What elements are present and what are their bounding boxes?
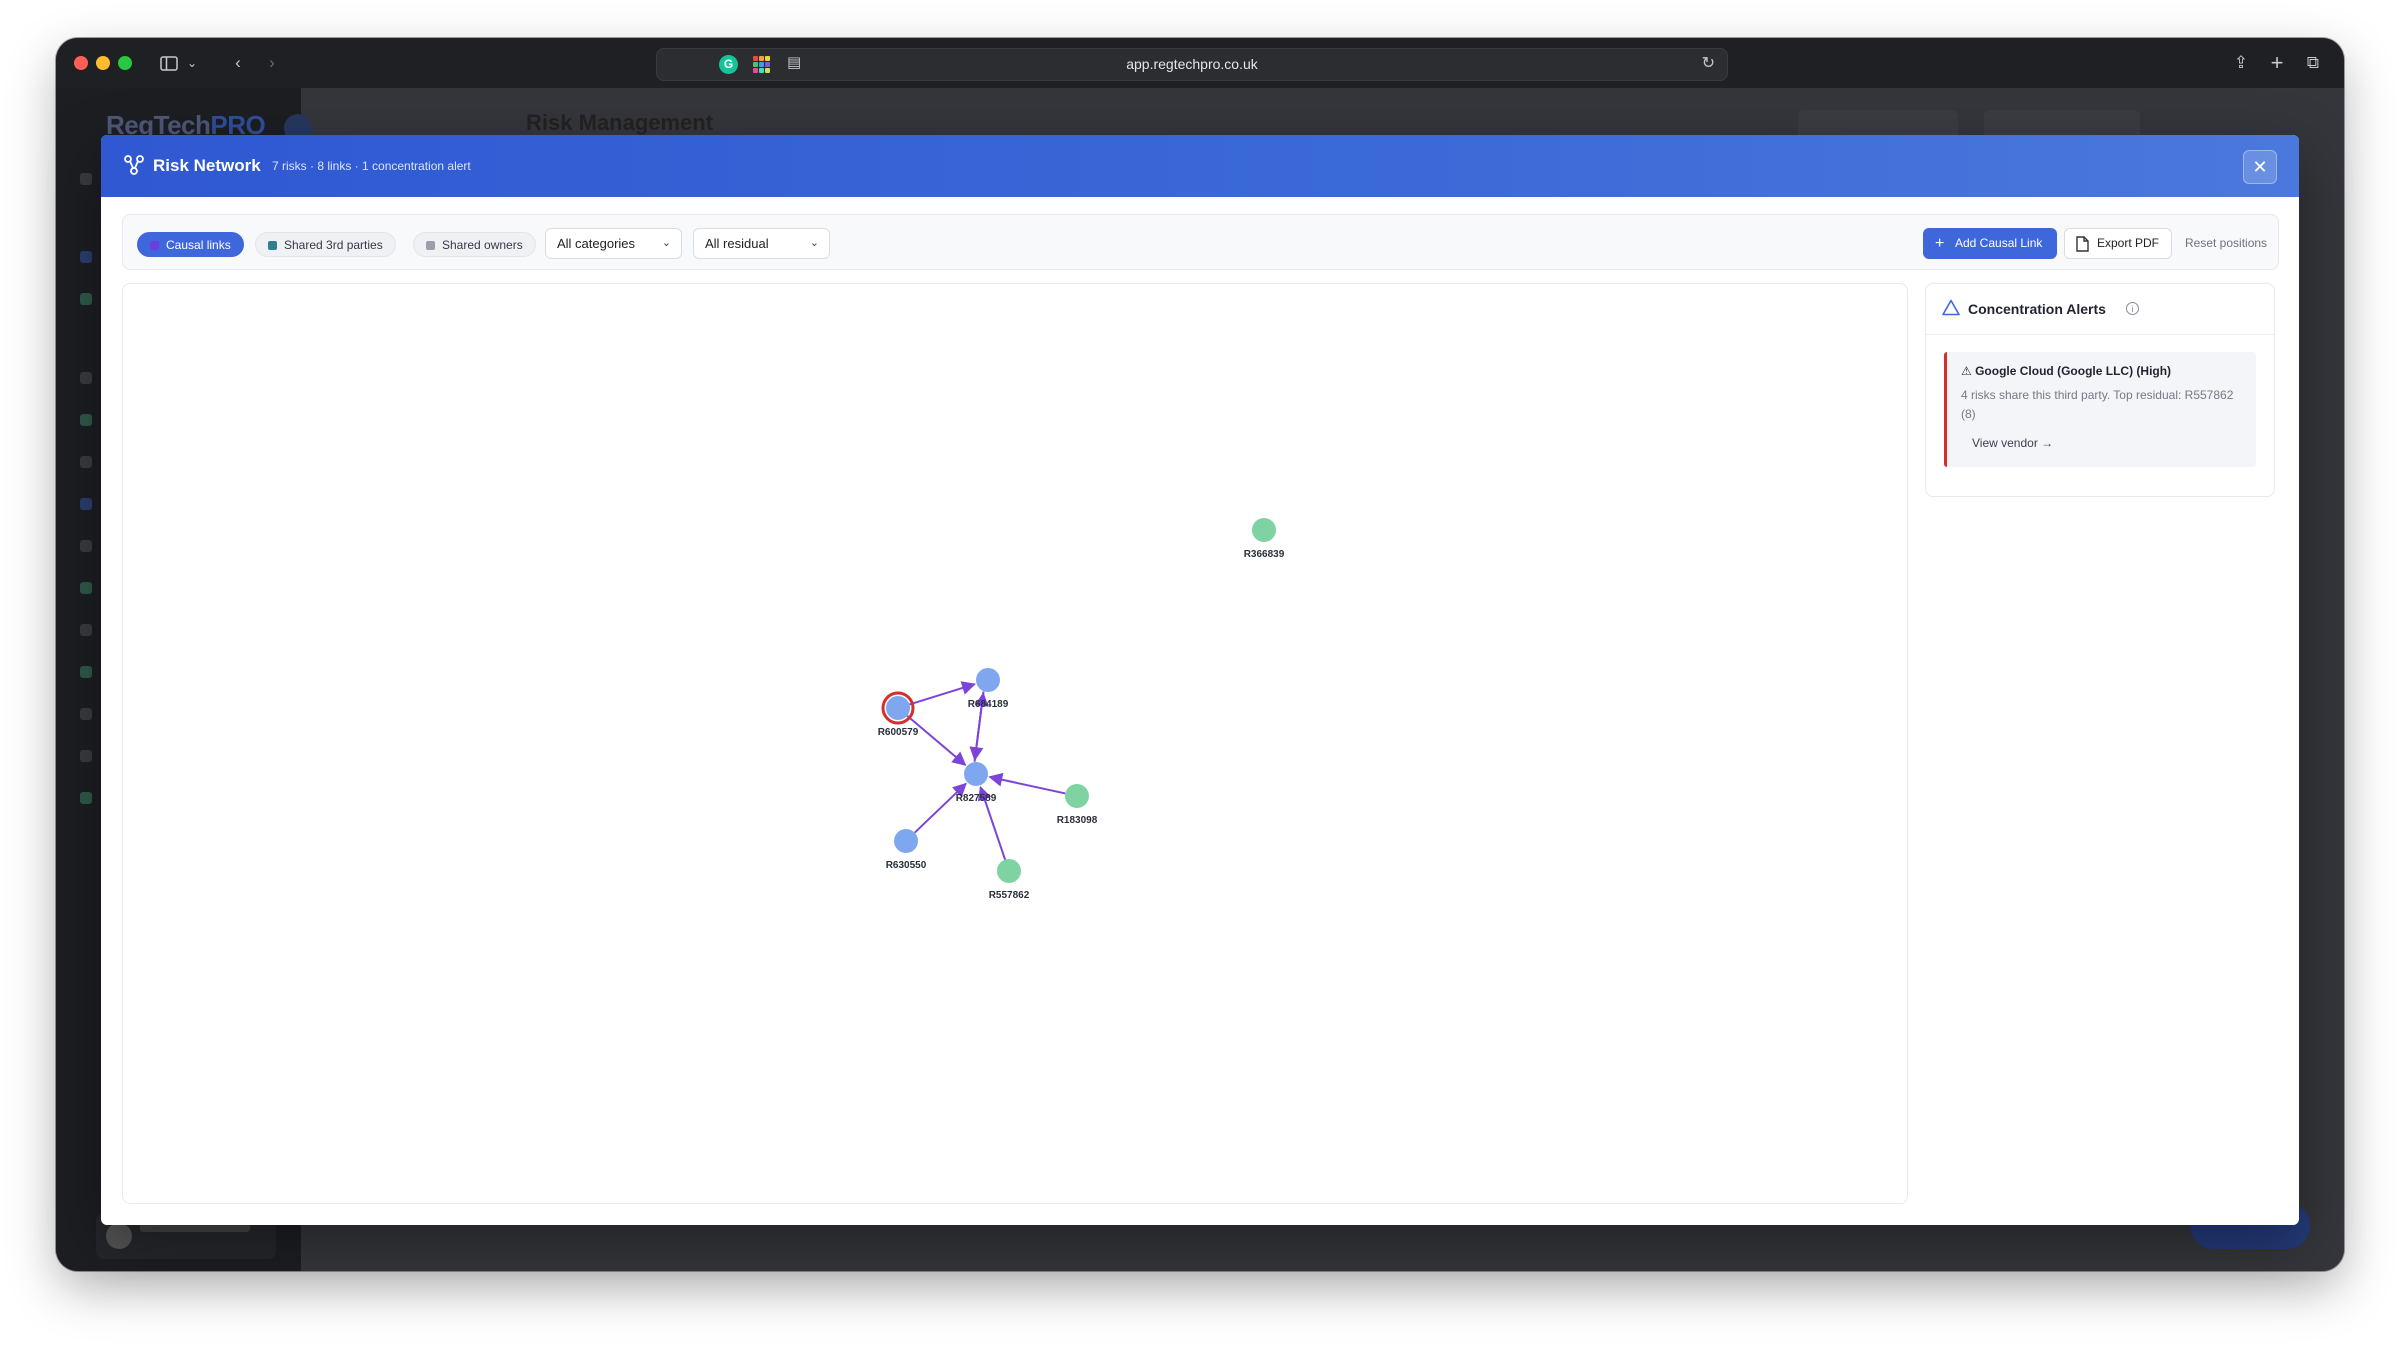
filter-shared-3rd-parties[interactable]: Shared 3rd parties [255,232,396,257]
category-select-value: All categories [557,236,636,251]
risk-node[interactable] [964,762,988,786]
tab-overview-icon[interactable]: ⧉ [2300,49,2326,77]
concentration-alerts-panel: Concentration Alerts i ⚠ Google Cloud (G… [1925,283,2275,497]
causal-link-edge[interactable] [913,782,967,834]
filter-label: Causal links [166,238,231,252]
avatar [106,1223,132,1249]
close-window-button[interactable] [74,56,88,70]
nav-icon [80,498,92,510]
risk-node[interactable] [886,696,910,720]
alert-card: ⚠ Google Cloud (Google LLC) (High) 4 ris… [1944,352,2256,467]
bell-icon [80,173,92,185]
nav-icon [80,456,92,468]
risk-node-label: R557862 [989,890,1030,901]
risk-node[interactable] [976,668,1000,692]
page-title: Risk Management [526,110,714,135]
causal-swatch-icon [150,241,159,250]
network-toolbar: Causal links Shared 3rd parties Shared o… [122,214,2279,270]
modal-header: Risk Network 7 risks · 8 links · 1 conce… [101,135,2299,197]
new-tab-icon[interactable]: + [2264,49,2290,77]
alerts-header: Concentration Alerts i [1926,284,2274,335]
nav-icon [80,582,92,594]
risk-node-label: R183098 [1057,815,1098,826]
sidebar-toggle-icon[interactable] [156,49,182,77]
share-icon[interactable]: ⇪ [2228,49,2254,77]
residual-select[interactable]: All residual ⌄ [693,228,830,259]
export-pdf-button[interactable]: Export PDF [2064,228,2172,259]
add-causal-link-button[interactable]: + Add Causal Link [1923,228,2057,259]
causal-link-edge[interactable] [988,772,1066,795]
causal-link-edge[interactable] [906,714,967,766]
reload-icon[interactable]: ↻ [1702,53,1715,73]
risk-node-label: R630550 [886,860,927,871]
risk-node-label: R366839 [1244,549,1285,560]
back-icon[interactable]: ‹ [224,49,252,77]
risk-node-label: R827589 [956,793,997,804]
residual-select-value: All residual [705,236,769,251]
alerts-title: Concentration Alerts [1968,301,2106,317]
risk-node[interactable] [997,859,1021,883]
plus-icon: + [1935,235,1945,252]
risk-node[interactable] [1065,784,1089,808]
url-text: app.regtechpro.co.uk [1126,56,1258,72]
modal-subtitle: 7 risks · 8 links · 1 concentration aler… [272,159,471,173]
nav-icon [80,792,92,804]
network-icon [124,155,144,175]
filter-shared-owners[interactable]: Shared owners [413,232,536,257]
nav-icon [80,750,92,762]
forward-icon[interactable]: › [258,49,286,77]
chevron-down-icon: ⌄ [809,237,819,249]
nav-icon [80,293,92,305]
third-party-swatch-icon [268,241,277,250]
document-icon [2076,236,2089,252]
owners-swatch-icon [426,241,435,250]
network-graph[interactable]: R366839 R684189 R600579 R827589 R183098 R6305… [123,284,1908,1204]
minimize-window-button[interactable] [96,56,110,70]
modal-title: Risk Network [153,156,261,175]
view-vendor-link[interactable]: View vendor → [1972,436,2053,450]
nav-icon [80,624,92,636]
add-causal-link-label: Add Causal Link [1955,236,2043,250]
risk-node-label: R684189 [968,699,1009,710]
filter-label: Shared owners [442,238,523,252]
chevron-down-icon: ⌄ [661,237,671,249]
risk-node[interactable] [894,829,918,853]
nav-icon [80,708,92,720]
export-pdf-label: Export PDF [2097,236,2160,250]
close-modal-button[interactable]: ✕ [2243,150,2277,184]
causal-link-edge[interactable] [909,681,976,706]
reset-positions-button[interactable]: Reset positions [2185,228,2267,259]
chevron-down-icon[interactable]: ⌄ [184,49,200,77]
network-graph-panel[interactable]: R366839 R684189 R600579 R827589 R183098 R6305… [122,283,1908,1204]
risk-node[interactable] [1252,518,1276,542]
nav-icon [80,251,92,263]
category-select[interactable]: All categories ⌄ [545,228,682,259]
risk-node-label: R600579 [878,727,919,738]
alert-title: ⚠ Google Cloud (Google LLC) (High) [1961,364,2172,378]
address-bar[interactable]: G ▤ app.regtechpro.co.uk ↻ [656,48,1728,81]
filter-label: Shared 3rd parties [284,238,383,252]
nav-icon [80,666,92,678]
browser-titlebar: ⌄ ‹ › G ▤ app.regtechpro.co.uk ↻ ⇪ + ⧉ [56,38,2344,89]
alert-body: 4 risks share this third party. Top resi… [1961,388,2234,421]
nav-icon [80,540,92,552]
maximize-window-button[interactable] [118,56,132,70]
nav-icon [80,414,92,426]
warning-icon [1942,299,1960,316]
risk-network-modal: Risk Network 7 risks · 8 links · 1 conce… [101,135,2299,1225]
nav-icon [80,372,92,384]
info-icon[interactable]: i [2126,302,2139,315]
filter-causal-links[interactable]: Causal links [137,232,244,257]
